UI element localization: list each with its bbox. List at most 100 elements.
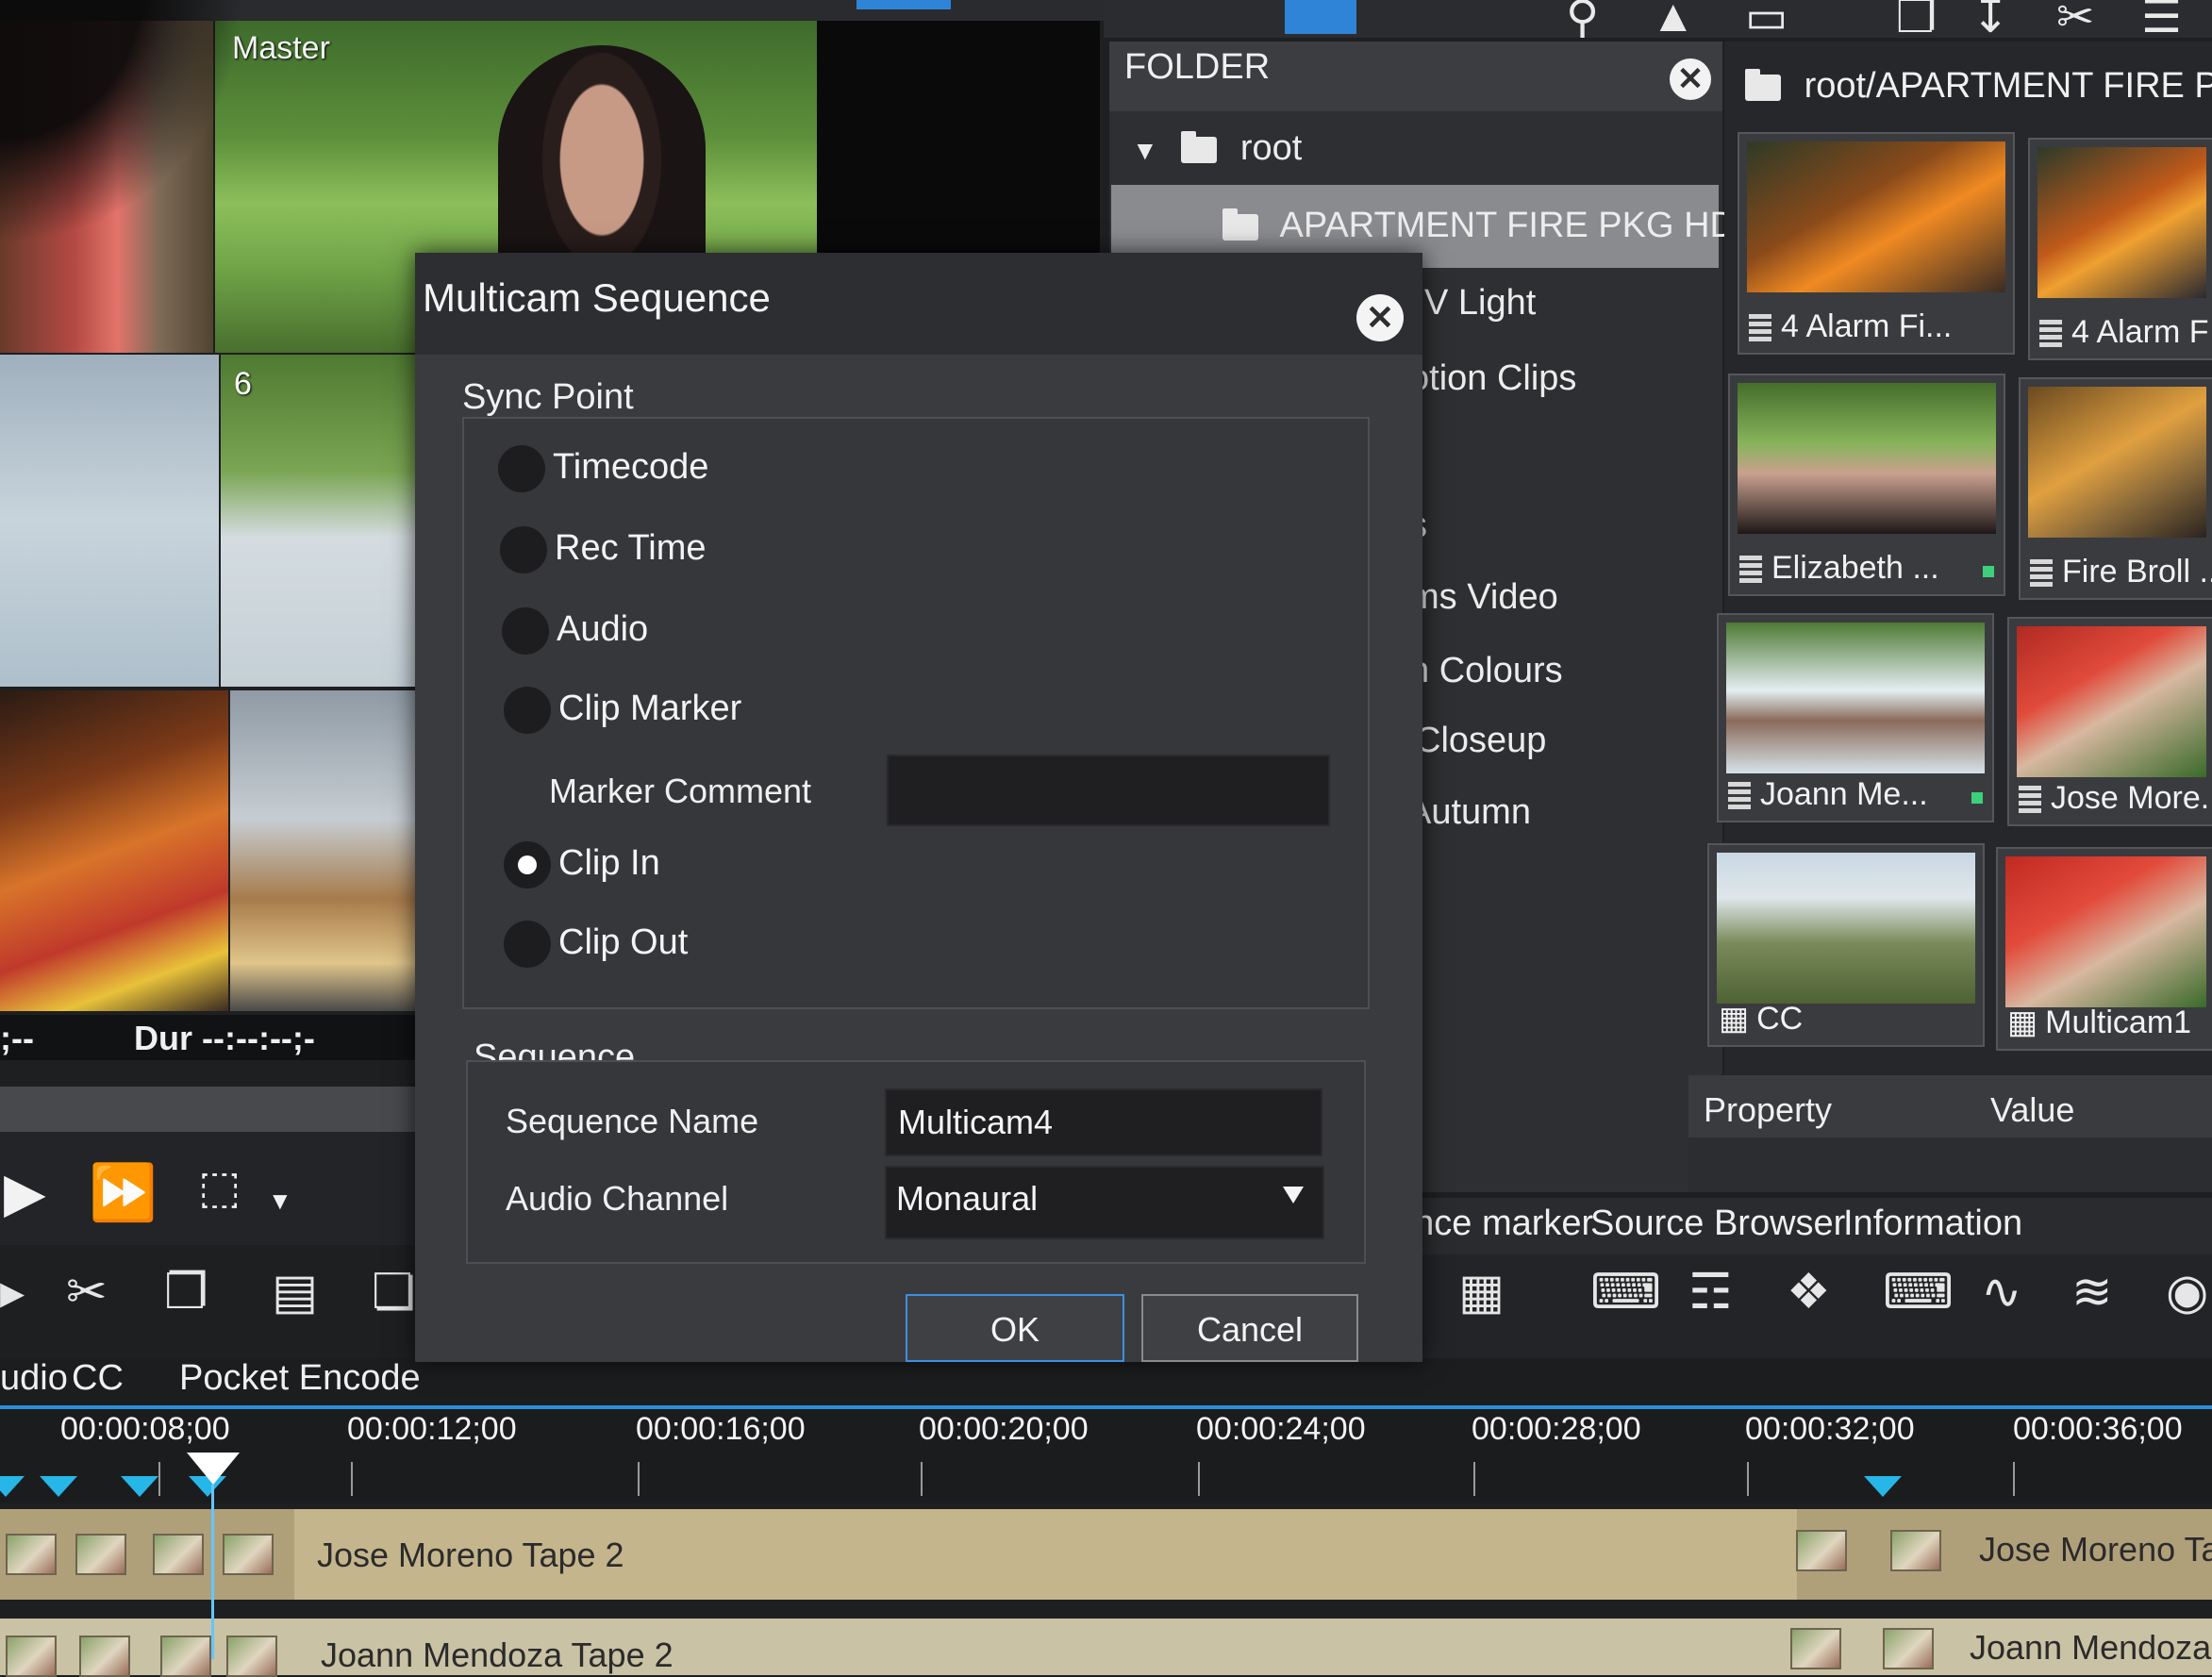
timeline-track[interactable]: Joann Mendoza Tape 2 Joann Mendoza [0, 1619, 2212, 1677]
tree-item[interactable]: Autumn [1407, 792, 1531, 833]
radio-button[interactable] [500, 526, 547, 573]
clip-item[interactable]: ▦ CC [1707, 843, 1985, 1047]
ruler-tick [1473, 1462, 1475, 1496]
track-thumbnail [223, 1534, 274, 1575]
camera-angle-crowd[interactable] [0, 21, 213, 353]
clip-item[interactable]: 4 Alarm F [2028, 138, 2212, 360]
tree-item[interactable]: V Light [1424, 283, 1536, 324]
radio-audio[interactable]: Audio [502, 607, 648, 655]
chevron-down-icon[interactable] [1283, 1187, 1304, 1204]
clip-thumbnail [2017, 626, 2206, 777]
tab-pocket-encode[interactable]: Pocket Encode [179, 1358, 421, 1399]
copy-icon[interactable]: ❐ [1896, 0, 1937, 43]
clip-item[interactable]: Jose More... [2007, 617, 2212, 826]
track-clip-name: Joann Mendoza [1970, 1628, 2212, 1667]
radio-rec-time[interactable]: Rec Time [500, 526, 706, 573]
audio-channel-value: Monaural [896, 1179, 1039, 1218]
list-icon[interactable]: ☰ [2141, 0, 2182, 43]
radio-clip-marker[interactable]: Clip Marker [504, 687, 741, 734]
camera-angle-stretcher[interactable] [230, 690, 428, 1011]
paste-icon[interactable]: ❏ [372, 1264, 416, 1320]
radio-button[interactable] [504, 687, 551, 734]
scissors-icon[interactable]: ✂ [66, 1264, 108, 1320]
film-icon [2019, 786, 2041, 815]
cancel-button[interactable]: Cancel [1141, 1294, 1358, 1362]
cam-master-label: Master [232, 30, 330, 66]
playhead-handle[interactable] [187, 1453, 240, 1485]
clipboard-icon[interactable]: ▤ [272, 1264, 318, 1320]
multicam-icon: ▦ [2007, 1005, 2038, 1040]
camera-angle-6[interactable]: 6 [221, 355, 421, 687]
duration-value: --:--:--;- [202, 1019, 315, 1057]
tree-item-apartment-fire[interactable]: APARTMENT FIRE PKG HD [1222, 206, 1736, 246]
tab-cc[interactable]: CC [72, 1358, 124, 1399]
insert-clip-icon[interactable]: ▦ [1458, 1264, 1505, 1320]
up-arrow-icon[interactable]: ▲ [1651, 0, 1696, 42]
chevron-down-icon[interactable]: ▼ [268, 1188, 292, 1213]
ruler-tick [2013, 1462, 2015, 1496]
radio-button[interactable] [498, 445, 545, 492]
column-header-value[interactable]: Value [1990, 1090, 2074, 1130]
radio-button[interactable] [502, 607, 549, 655]
clip-item[interactable]: 4 Alarm Fi... [1738, 132, 2015, 355]
tree-item-root[interactable]: ▼ root [1132, 128, 1302, 169]
ruler-timecode: 00:00:12;00 [347, 1411, 517, 1447]
caret-down-icon[interactable]: ▼ [1132, 136, 1158, 165]
timeline-track[interactable]: Jose Moreno Tape 2 Jose Moreno Tap [0, 1509, 2212, 1600]
radio-timecode[interactable]: Timecode [498, 445, 708, 492]
keyboard-menu-icon[interactable]: ⌨ [1883, 1264, 1954, 1320]
marker-comment-input[interactable] [887, 755, 1330, 826]
track-thumbnail [160, 1635, 211, 1677]
tab-audio[interactable]: udio [0, 1358, 68, 1399]
audio-level-icon[interactable]: ≋ [2071, 1264, 2113, 1320]
tree-item[interactable]: otion Clips [1409, 358, 1576, 399]
play-icon[interactable]: ▶ [4, 1166, 46, 1220]
waveform-icon[interactable]: ∿ [1981, 1264, 2022, 1320]
clip-item[interactable]: Elizabeth ... [1728, 374, 2005, 596]
clip-marker[interactable] [1864, 1476, 1902, 1497]
radio-clip-out[interactable]: Clip Out [504, 921, 688, 968]
tab-sequence-marker[interactable]: ence marker [1394, 1204, 1593, 1244]
clip-item[interactable]: Joann Me... [1717, 613, 1994, 822]
radio-button[interactable] [504, 921, 551, 968]
fast-forward-icon[interactable]: ⏩ [89, 1166, 157, 1220]
clip-item[interactable]: Fire Broll ... [2019, 377, 2212, 600]
scissors-icon[interactable]: ✂ [2056, 0, 2094, 43]
copy-icon[interactable]: ❐ [164, 1264, 208, 1320]
folder-icon [1181, 130, 1218, 163]
dialog-title: Multicam Sequence [423, 275, 771, 320]
clip-marker[interactable] [40, 1476, 77, 1497]
close-icon[interactable]: ✕ [1670, 58, 1711, 100]
column-header-property[interactable]: Property [1704, 1090, 1832, 1130]
tab-source-browser[interactable]: Source Browser [1590, 1204, 1845, 1244]
radio-clip-in[interactable]: Clip In [504, 841, 660, 888]
radio-button-selected[interactable] [504, 841, 551, 888]
loop-play-icon[interactable]: ⬚ [198, 1166, 241, 1211]
clip-name-wrap: Elizabeth ... [1739, 550, 1939, 587]
effects-icon[interactable]: ❖ [1787, 1264, 1831, 1320]
sequence-name-input[interactable] [885, 1088, 1322, 1156]
toolbar-active-button[interactable] [1285, 0, 1356, 34]
camera-angle-sky[interactable] [0, 355, 219, 687]
folder-open-icon[interactable]: ▭ [1745, 0, 1788, 43]
close-icon[interactable]: ✕ [1356, 294, 1404, 341]
clip-marker[interactable] [121, 1476, 158, 1497]
marker-comment-label: Marker Comment [549, 772, 812, 810]
tree-item[interactable]: Closeup [1415, 721, 1546, 761]
chevron-left-icon[interactable]: ▸ [0, 1264, 25, 1320]
mixer-icon[interactable]: ☶ [1688, 1264, 1733, 1320]
camera-icon[interactable]: ◉ [2166, 1264, 2208, 1320]
search-icon[interactable]: ⚲ [1566, 0, 1599, 43]
clip-marker[interactable] [0, 1476, 25, 1497]
tab-information[interactable]: Information [1843, 1204, 2022, 1244]
tree-item[interactable]: ms Video [1409, 577, 1558, 618]
keyboard-icon[interactable]: ⌨ [1590, 1264, 1661, 1320]
tree-item[interactable]: n Colours [1409, 651, 1563, 691]
viewer-scrub-bar[interactable] [0, 1087, 430, 1132]
ok-button[interactable]: OK [906, 1294, 1124, 1362]
clip-item[interactable]: ▦ Multicam1 [1996, 847, 2212, 1051]
camera-angle-fire[interactable] [0, 690, 228, 1011]
duration-display: Dur --:--:--;- [134, 1019, 315, 1058]
import-icon[interactable]: ↧ [1971, 0, 2009, 43]
multicam-icon: ▦ [1719, 1001, 1750, 1037]
